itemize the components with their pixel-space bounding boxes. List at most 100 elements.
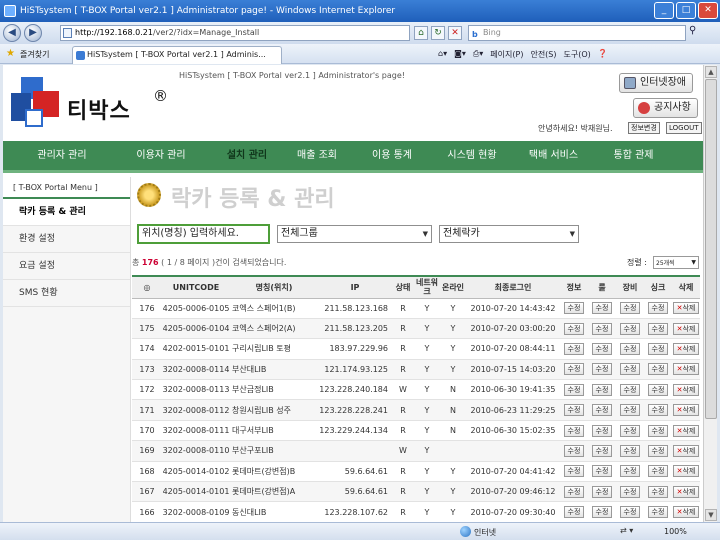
sync-edit-button[interactable]: 수정 xyxy=(647,302,669,315)
device-edit-button[interactable]: 수정 xyxy=(619,465,641,478)
rule-edit-button[interactable]: 수정 xyxy=(591,322,613,335)
feeds-icon[interactable]: ◙▾ xyxy=(454,49,466,60)
delete-button[interactable]: ✕삭제 xyxy=(672,404,700,417)
delete-button[interactable]: ✕삭제 xyxy=(672,322,700,335)
sync-edit-button[interactable]: 수정 xyxy=(647,485,669,498)
locker-select[interactable]: 전체락카 ▼ xyxy=(439,225,579,243)
device-edit-button[interactable]: 수정 xyxy=(619,424,641,437)
device-edit-button[interactable]: 수정 xyxy=(619,506,641,519)
sort-select[interactable]: 25개씩 ▼ xyxy=(653,256,699,269)
refresh-icon[interactable]: ↻ xyxy=(431,26,445,40)
group-select[interactable]: 전체그룹 ▼ xyxy=(277,225,432,243)
notice-button[interactable]: 공지사항 xyxy=(633,98,698,118)
table-row[interactable]: 169 3202-0008-0110 부산구포LIB W Y 수정 수정 수정 수정 ✕삭제 xyxy=(132,440,700,462)
sync-edit-button[interactable]: 수정 xyxy=(647,424,669,437)
device-edit-button[interactable]: 수정 xyxy=(619,485,641,498)
info-edit-button[interactable]: 수정 xyxy=(563,424,585,437)
rule-edit-button[interactable]: 수정 xyxy=(591,506,613,519)
scroll-up-icon[interactable]: ▲ xyxy=(705,66,717,78)
forward-icon[interactable]: ▶ xyxy=(24,24,42,42)
menu-install[interactable]: 설치 관리 xyxy=(216,141,278,170)
sync-edit-button[interactable]: 수정 xyxy=(647,383,669,396)
info-edit-button[interactable]: 수정 xyxy=(563,322,585,335)
table-row[interactable]: 168 4205-0014-0102 롯데마트(강변점)B 59.6.64.61 R Y Y… xyxy=(132,461,700,483)
device-edit-button[interactable]: 수정 xyxy=(619,342,641,355)
menu-users[interactable]: 이용자 관리 xyxy=(106,141,216,170)
rule-edit-button[interactable]: 수정 xyxy=(591,342,613,355)
device-edit-button[interactable]: 수정 xyxy=(619,363,641,376)
info-edit-button[interactable]: 수정 xyxy=(563,485,585,498)
delete-button[interactable]: ✕삭제 xyxy=(672,506,700,519)
info-edit-button[interactable]: 수정 xyxy=(563,363,585,376)
location-input[interactable]: 위치(명칭) 입력하세요. xyxy=(137,224,270,244)
search-icon[interactable]: ⚲ xyxy=(689,25,703,41)
sync-edit-button[interactable]: 수정 xyxy=(647,322,669,335)
menu-stats[interactable]: 이용 통계 xyxy=(356,141,428,170)
delete-button[interactable]: ✕삭제 xyxy=(672,465,700,478)
tool-tools[interactable]: 도구(O) xyxy=(564,49,591,60)
rule-edit-button[interactable]: 수정 xyxy=(591,444,613,457)
left-menu-settings[interactable]: 환경 설정 xyxy=(3,226,130,253)
table-row[interactable]: 175 4205-0006-0104 코엑스 스페어2(A) 211.58.123.2… xyxy=(132,318,700,340)
device-edit-button[interactable]: 수정 xyxy=(619,322,641,335)
compat-view-icon[interactable]: ⌂ xyxy=(414,26,428,40)
table-row[interactable]: 171 3202-0008-0112 창원시립LIB 성주 123.228.228.2… xyxy=(132,399,700,421)
menu-sales[interactable]: 매출 조회 xyxy=(278,141,356,170)
back-icon[interactable]: ◀ xyxy=(3,24,21,42)
delete-button[interactable]: ✕삭제 xyxy=(672,485,700,498)
favorites-label[interactable]: 즐겨찾기 xyxy=(20,49,49,60)
menu-system[interactable]: 시스템 현황 xyxy=(428,141,516,170)
device-edit-button[interactable]: 수정 xyxy=(619,404,641,417)
table-row[interactable]: 176 4205-0006-0105 코엑스 스페어1(B) 211.58.123.1… xyxy=(132,298,700,319)
minimize-button[interactable]: _ xyxy=(654,2,674,19)
help-icon[interactable]: ❓ xyxy=(598,49,608,60)
info-edit-button[interactable]: 수정 xyxy=(563,444,585,457)
scroll-thumb[interactable] xyxy=(705,79,717,419)
scroll-down-icon[interactable]: ▼ xyxy=(705,509,717,521)
sync-edit-button[interactable]: 수정 xyxy=(647,342,669,355)
tool-safety[interactable]: 안전(S) xyxy=(530,49,556,60)
home-icon[interactable]: ⌂▾ xyxy=(438,49,447,60)
delete-button[interactable]: ✕삭제 xyxy=(672,302,700,315)
rule-edit-button[interactable]: 수정 xyxy=(591,424,613,437)
info-edit-button[interactable]: 수정 xyxy=(563,465,585,478)
device-edit-button[interactable]: 수정 xyxy=(619,444,641,457)
table-row[interactable]: 174 4202-0015-0101 구리시립LIB 토평 183.97.229.96… xyxy=(132,338,700,360)
rule-edit-button[interactable]: 수정 xyxy=(591,404,613,417)
delete-button[interactable]: ✕삭제 xyxy=(672,342,700,355)
info-edit-button[interactable]: 수정 xyxy=(563,404,585,417)
tool-page[interactable]: 페이지(P) xyxy=(490,49,523,60)
maximize-button[interactable]: □ xyxy=(676,2,696,19)
browser-tab[interactable]: HiSTsystem [ T-BOX Portal ver2.1 ] Admin… xyxy=(72,46,282,64)
tbox-logo[interactable] xyxy=(11,77,61,127)
delete-button[interactable]: ✕삭제 xyxy=(672,444,700,457)
internet-error-button[interactable]: 인터넷장애 xyxy=(619,73,693,93)
sync-edit-button[interactable]: 수정 xyxy=(647,363,669,376)
table-row[interactable]: 167 4205-0014-0101 롯데마트(강변점)A 59.6.64.61 R Y Y… xyxy=(132,481,700,503)
sync-edit-button[interactable]: 수정 xyxy=(647,465,669,478)
table-row[interactable]: 170 3202-0008-0111 대구서부LIB 123.229.244.134 R… xyxy=(132,420,700,442)
search-input[interactable]: b Bing xyxy=(468,25,686,41)
left-menu-sms[interactable]: SMS 현황 xyxy=(3,280,130,307)
close-window-button[interactable]: ✕ xyxy=(698,2,718,19)
sync-edit-button[interactable]: 수정 xyxy=(647,404,669,417)
rule-edit-button[interactable]: 수정 xyxy=(591,383,613,396)
delete-button[interactable]: ✕삭제 xyxy=(672,383,700,396)
left-menu-fees[interactable]: 요금 설정 xyxy=(3,253,130,280)
logout-button[interactable]: LOGOUT xyxy=(666,122,702,134)
sync-edit-button[interactable]: 수정 xyxy=(647,444,669,457)
address-input[interactable]: http://192.168.0.21/ver2/?idx=Manage_Ins… xyxy=(60,25,410,41)
info-edit-button[interactable]: 수정 xyxy=(563,342,585,355)
menu-delivery[interactable]: 택배 서비스 xyxy=(516,141,591,170)
delete-button[interactable]: ✕삭제 xyxy=(672,363,700,376)
protected-mode-icon[interactable]: ⇄ ▾ xyxy=(620,526,633,535)
device-edit-button[interactable]: 수정 xyxy=(619,383,641,396)
menu-admin[interactable]: 관리자 관리 xyxy=(18,141,106,170)
table-row[interactable]: 172 3202-0008-0113 부산금정LIB 123.228.240.184 W… xyxy=(132,379,700,401)
vertical-scrollbar[interactable]: ▲ ▼ xyxy=(703,65,717,522)
info-edit-button[interactable]: 수정 xyxy=(563,302,585,315)
stop-icon[interactable]: ✕ xyxy=(448,26,462,40)
menu-control[interactable]: 통합 관제 xyxy=(591,141,676,170)
zoom-level[interactable]: 100% xyxy=(664,527,687,536)
device-edit-button[interactable]: 수정 xyxy=(619,302,641,315)
